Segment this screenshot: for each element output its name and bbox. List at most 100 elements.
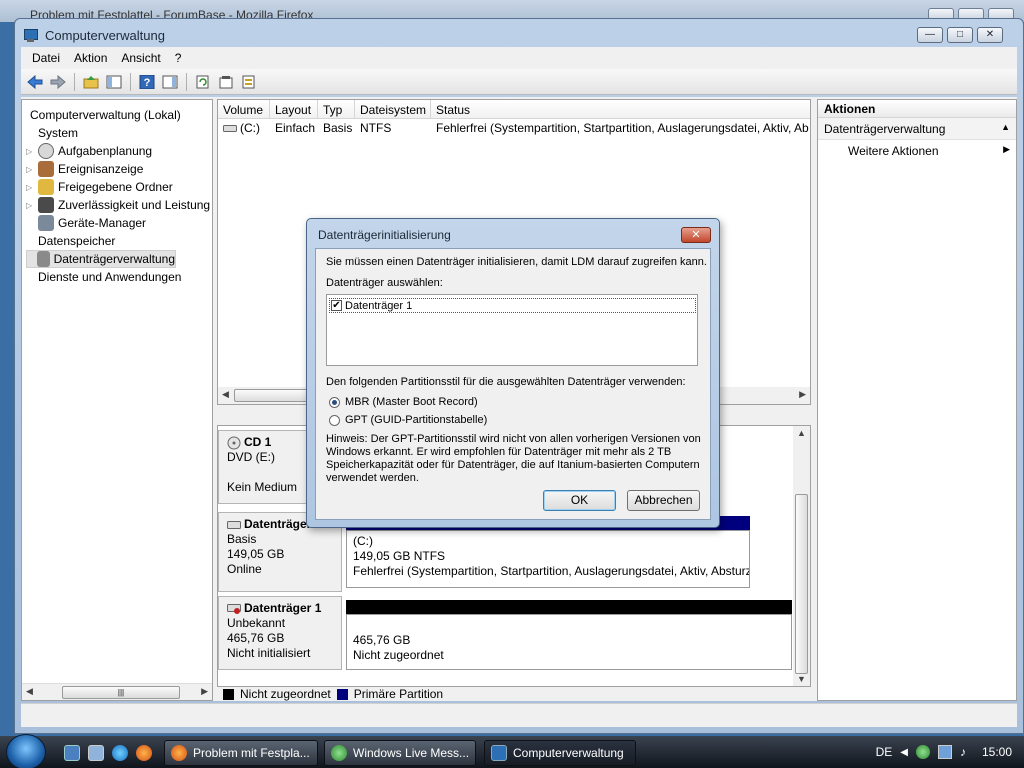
show-desktop-icon[interactable]: [64, 745, 80, 761]
clock[interactable]: 15:00: [982, 745, 1012, 759]
window-titlebar: Computerverwaltung: [23, 25, 165, 45]
device-manager-icon: [38, 215, 54, 231]
tree-item[interactable]: Datenspeicher: [26, 232, 115, 250]
tree-item[interactable]: System: [26, 124, 78, 142]
disk-name: Datenträger 1: [244, 601, 322, 615]
tree-item[interactable]: ▷ Aufgabenplanung: [26, 142, 152, 160]
properties-icon[interactable]: [216, 72, 236, 92]
gpt-radio[interactable]: [329, 415, 340, 426]
disk-select-list[interactable]: ✔ Datenträger 1: [326, 294, 698, 366]
tree-item[interactable]: ▷ Zuverlässigkeit und Leistung: [26, 196, 210, 214]
volume-icon[interactable]: ♪: [960, 745, 974, 759]
submenu-arrow-icon: ▶: [1003, 144, 1010, 154]
hint-line: Hinweis: Der GPT-Partitionsstil wird nic…: [326, 433, 701, 445]
unallocated-space[interactable]: 465,76 GB Nicht zugeordnet: [346, 614, 792, 670]
disk-scroll-thumb[interactable]: [795, 494, 808, 674]
mbr-label[interactable]: MBR (Master Boot Record): [345, 396, 478, 408]
column-header-volume[interactable]: Volume: [218, 100, 270, 118]
tray-expand-icon[interactable]: ◀: [900, 747, 908, 758]
menu-ansicht[interactable]: Ansicht: [114, 51, 167, 65]
column-header-status[interactable]: Status: [431, 100, 810, 118]
column-header-dateisystem[interactable]: Dateisystem: [355, 100, 431, 118]
show-hide-tree-icon[interactable]: [104, 72, 124, 92]
event-viewer-icon: [38, 161, 54, 177]
disk-checkbox[interactable]: ✔: [331, 300, 342, 311]
export-icon[interactable]: [239, 72, 259, 92]
toolbar-separator: [186, 72, 187, 91]
status-bar: [21, 703, 1017, 727]
switch-windows-icon[interactable]: [88, 745, 104, 761]
task-label: Computerverwaltung: [513, 746, 624, 760]
scroll-up-arrow-icon[interactable]: ▲: [797, 428, 806, 438]
taskbar-item-firefox[interactable]: Problem mit Festpla...: [164, 740, 318, 766]
gpt-hint: Hinweis: Der GPT-Partitionsstil wird nic…: [326, 433, 701, 485]
taskbar-item-messenger[interactable]: Windows Live Mess...: [324, 740, 476, 766]
tree-item-label: Ereignisanzeige: [58, 162, 144, 176]
tree-item-label: Dienste und Anwendungen: [38, 270, 182, 284]
back-icon[interactable]: [25, 72, 45, 92]
expand-arrow-icon[interactable]: ▷: [26, 147, 34, 156]
table-row[interactable]: (C:) Einfach Basis NTFS Fehlerfrei (Syst…: [218, 119, 810, 137]
show-hide-action-icon[interactable]: [160, 72, 180, 92]
ok-button[interactable]: OK: [543, 490, 616, 511]
tree-item-label: Freigegebene Ordner: [58, 180, 173, 194]
internet-explorer-icon[interactable]: [112, 745, 128, 761]
disk-warning-icon: [227, 603, 241, 614]
partition-c[interactable]: (C:) 149,05 GB NTFS Fehlerfrei (Systempa…: [346, 530, 750, 588]
tree-scroll-thumb[interactable]: |||: [62, 686, 180, 699]
scroll-right-arrow-icon[interactable]: ▶: [201, 686, 208, 697]
taskbar: Problem mit Festpla... Windows Live Mess…: [0, 734, 1024, 768]
partition-size: 149,05 GB NTFS: [353, 549, 446, 563]
disk-vertical-scrollbar[interactable]: ▲ ▼: [793, 426, 810, 686]
gpt-label[interactable]: GPT (GUID-Partitionstabelle): [345, 414, 487, 426]
tree-item[interactable]: Dienste und Anwendungen: [26, 268, 181, 286]
maximize-button[interactable]: □: [947, 27, 973, 43]
disk-info: 149,05 GB: [227, 547, 285, 561]
collapse-arrow-icon[interactable]: ▲: [1001, 122, 1010, 135]
close-button[interactable]: ✕: [977, 27, 1003, 43]
column-header-typ[interactable]: Typ: [318, 100, 355, 118]
scroll-left-arrow-icon[interactable]: ◀: [222, 389, 229, 400]
tree-item-label: System: [38, 126, 79, 140]
tree-item[interactable]: Datenträgerverwaltung: [26, 250, 176, 268]
start-button[interactable]: [6, 734, 46, 768]
messenger-icon: [331, 745, 347, 761]
expand-arrow-icon[interactable]: ▷: [26, 165, 34, 174]
tree-item[interactable]: Computerverwaltung (Lokal): [22, 106, 181, 124]
scroll-right-arrow-icon[interactable]: ▶: [799, 389, 806, 400]
drive-icon: [223, 124, 237, 132]
list-item[interactable]: ✔ Datenträger 1: [329, 298, 696, 313]
disk-info: Unbekannt: [227, 616, 286, 630]
actions-section-header[interactable]: Datenträgerverwaltung ▲: [818, 118, 1016, 140]
menu-help[interactable]: ?: [168, 51, 189, 65]
menu-datei[interactable]: Datei: [25, 51, 67, 65]
firefox-icon: [171, 745, 187, 761]
mbr-radio[interactable]: [329, 397, 340, 408]
volume-scroll-thumb[interactable]: [234, 389, 314, 402]
language-indicator[interactable]: DE: [876, 745, 893, 759]
tree-item[interactable]: Geräte-Manager: [26, 214, 146, 232]
messenger-tray-icon[interactable]: [915, 745, 930, 759]
tree-horizontal-scrollbar[interactable]: ◀ ||| ▶: [22, 683, 212, 700]
help-icon[interactable]: ?: [137, 72, 157, 92]
forward-icon[interactable]: [48, 72, 68, 92]
expand-arrow-icon[interactable]: ▷: [26, 183, 34, 192]
column-header-layout[interactable]: Layout: [270, 100, 318, 118]
action-weitere-aktionen[interactable]: Weitere Aktionen ▶: [818, 140, 1016, 162]
scroll-down-arrow-icon[interactable]: ▼: [797, 674, 806, 684]
taskbar-item-computerverwaltung[interactable]: Computerverwaltung: [484, 740, 636, 766]
network-icon[interactable]: [937, 745, 952, 759]
cancel-button[interactable]: Abbrechen: [627, 490, 700, 511]
disk-label-disk1[interactable]: Datenträger 1 Unbekannt 465,76 GB Nicht …: [218, 596, 342, 670]
expand-arrow-icon[interactable]: ▷: [26, 201, 34, 210]
refresh-icon[interactable]: [193, 72, 213, 92]
dialog-close-button[interactable]: ✕: [681, 227, 711, 243]
minimize-button[interactable]: —: [917, 27, 943, 43]
up-folder-icon[interactable]: [81, 72, 101, 92]
menu-aktion[interactable]: Aktion: [67, 51, 114, 65]
firefox-quicklaunch-icon[interactable]: [136, 745, 152, 761]
navigation-tree[interactable]: Computerverwaltung (Lokal) System ▷ Aufgabe…: [21, 99, 213, 701]
scroll-left-arrow-icon[interactable]: ◀: [26, 686, 33, 697]
tree-item[interactable]: ▷ Freigegebene Ordner: [26, 178, 173, 196]
tree-item[interactable]: ▷ Ereignisanzeige: [26, 160, 143, 178]
